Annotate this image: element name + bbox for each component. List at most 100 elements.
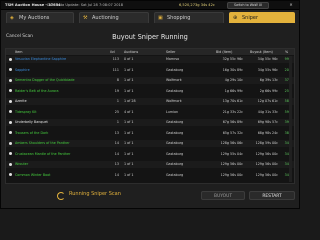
item-name: Underbelly Banquet <box>15 120 48 124</box>
col-buyout[interactable]: Buyout (Item) <box>250 49 273 55</box>
seller-name: Lumion <box>166 109 179 114</box>
buyout-price: 12g 07s 61c <box>257 99 278 103</box>
tab-shopping[interactable]: ▣ Shopping <box>154 12 224 23</box>
buyout-price: 128g 59s 00c <box>255 141 278 145</box>
item-level: 1 <box>116 99 119 103</box>
title-bar: TSM Auction House - 37654 Last Data Upda… <box>1 1 299 10</box>
seller-name: Gastaburg <box>166 141 184 145</box>
item-icon <box>9 78 12 82</box>
bid-price: 65g 57s 32c <box>222 130 243 135</box>
scrollbar[interactable] <box>289 56 292 182</box>
tab-auctioning[interactable]: ⚒ Auctioning <box>79 12 149 23</box>
last-update-text: Last Data Update: Sat Jul 28 7:08:07 201… <box>47 3 124 7</box>
table-row[interactable]: Underbelly Banquet 1 1 of 1 Gastaburg 67g 56… <box>6 119 294 126</box>
item-level: 8 <box>116 78 119 82</box>
tab-label: Auctioning <box>92 15 119 21</box>
item-level: 25 <box>114 109 119 114</box>
item-icon <box>9 131 12 135</box>
bid-price: 13g 70s 61c <box>222 99 243 103</box>
buyout-price: 68g 98s 24c <box>257 130 278 135</box>
item-name: Ambers Shoulders of the Panther <box>15 141 70 145</box>
item-name: Vesuvian Elephantine Sapphire <box>15 57 67 61</box>
bid-price: 32g 55c 96c <box>222 57 243 61</box>
switch-ui-button[interactable]: Switch to WoW UI <box>227 2 269 9</box>
seller-name: Mamrso <box>166 57 180 61</box>
cancel-scan-button[interactable]: Cancel Scan <box>6 34 33 39</box>
table-row[interactable]: Wrouter 13 1 of 1 Gastaburg 129g 56s 00c 129g… <box>6 161 294 168</box>
seller-name: Gastaburg <box>166 130 184 135</box>
item-level: 113 <box>112 57 119 61</box>
col-bid[interactable]: Bid (Item) <box>216 49 232 55</box>
table-row[interactable]: Trousers of the Dark 13 1 of 1 Gastaburg 65g… <box>6 130 294 137</box>
item-name: Sementra Dagger of the Quickblade <box>15 78 75 82</box>
table-row[interactable]: Crustacean Mantle of the Panther 14 1 of 1… <box>6 151 294 158</box>
seller-name: Wolfmork <box>166 99 182 103</box>
item-icon <box>9 110 12 114</box>
item-level: 14 <box>114 141 119 145</box>
col-percent[interactable]: % <box>285 49 288 55</box>
item-name: Wrouter <box>15 162 29 166</box>
item-level: 13 <box>114 162 119 166</box>
buyout-price: 129g 56s 00c <box>255 172 278 177</box>
item-level: 14 <box>114 151 119 156</box>
item-icon <box>9 162 12 166</box>
seller-name: Gastaburg <box>166 120 184 124</box>
table-row[interactable]: Sapphire 111 1 of 1 Gastaburg 16g 30s 89c 34g… <box>6 67 294 74</box>
table-row[interactable]: Vesuvian Elephantine Sapphire 113 0 of 1 Ma… <box>6 56 294 63</box>
table-row[interactable]: Tidespray Kit 25 4 of 1 Lumion 21g 33s 22c 44… <box>6 109 294 116</box>
bid-price: 129g 56s 00c <box>220 172 243 177</box>
gold-amount: 6,520,273g 34s 42c <box>179 3 215 7</box>
buyout-price: 6g 39s 13c <box>259 78 278 82</box>
status-bar: Running Sniper Scan BUYOUT RESTART <box>1 190 299 208</box>
table-header: Item ilvl Auctions Seller Bid (Item) Buy… <box>6 49 294 55</box>
item-name: Sapphire <box>15 67 30 72</box>
seller-name: Gastaburg <box>166 151 184 156</box>
table-row[interactable]: Raider's Belt of the Aurora 19 1 of 1 Gasta… <box>6 88 294 95</box>
col-item[interactable]: Item <box>15 49 23 55</box>
bid-price: 16g 30s 89c <box>222 67 243 72</box>
auction-count: 1 of 1 <box>124 130 134 135</box>
bid-price: 129g 55s 04c <box>220 151 243 156</box>
item-icon <box>9 173 12 177</box>
hammer-icon: ⚒ <box>83 15 88 21</box>
tab-my-auctions[interactable]: ◈ My Auctions <box>6 12 74 23</box>
buyout-price: 129g 56s 00c <box>255 151 278 156</box>
table-row[interactable]: Ambers Shoulders of the Panther 14 1 of 1 G… <box>6 140 294 147</box>
close-icon[interactable]: ✕ <box>288 2 294 7</box>
table-row[interactable]: Sementra Dagger of the Quickblade 8 1 of 1… <box>6 77 294 84</box>
col-auctions[interactable]: Auctions <box>124 49 138 55</box>
table-row[interactable]: Common Winter Boot 14 1 of 1 Gastaburg 129g … <box>6 172 294 179</box>
item-icon <box>9 120 12 124</box>
item-level: 1 <box>116 120 119 124</box>
buyout-price: 69g 98s 57c <box>257 120 278 124</box>
bid-price: 21g 33s 22c <box>222 109 243 114</box>
auction-count: 1 of 28 <box>124 99 136 103</box>
buyout-price: 34g 55s 96c <box>257 67 278 72</box>
item-level: 13 <box>114 130 119 135</box>
buyout-price: 129g 56s 00c <box>255 162 278 166</box>
bid-price: 1g 66s 99c <box>224 88 243 93</box>
restart-button[interactable]: RESTART <box>249 191 295 200</box>
item-level: 19 <box>114 88 119 93</box>
auction-count: 4 of 1 <box>124 109 134 114</box>
col-ilvl[interactable]: ilvl <box>110 49 115 55</box>
auction-count: 1 of 1 <box>124 120 134 124</box>
buyout-button[interactable]: BUYOUT <box>201 191 245 200</box>
seller-name: Gastaburg <box>166 67 184 72</box>
auction-count: 1 of 1 <box>124 141 134 145</box>
item-icon <box>9 152 12 156</box>
tab-label: My Auctions <box>19 15 50 21</box>
auction-count: 1 of 1 <box>124 162 134 166</box>
tab-sniper[interactable]: ⊕ Sniper <box>229 12 295 23</box>
buyout-price: 2g 66s 99c <box>259 88 278 93</box>
bid-price: 129g 56s 00c <box>220 162 243 166</box>
auction-count: 1 of 1 <box>124 78 134 82</box>
table-row[interactable]: Azerite 1 1 of 28 Wolfmork 13g 70s 61c 12g 07… <box>6 98 294 105</box>
bid-price: 67g 56s 89c <box>222 120 243 124</box>
col-seller[interactable]: Seller <box>166 49 175 55</box>
page-title: Buyout Sniper Running <box>112 33 188 41</box>
item-level: 14 <box>114 172 119 177</box>
auction-count: 1 of 1 <box>124 172 134 177</box>
coin-icon: ◈ <box>10 15 14 21</box>
auction-count: 0 of 1 <box>124 57 134 61</box>
